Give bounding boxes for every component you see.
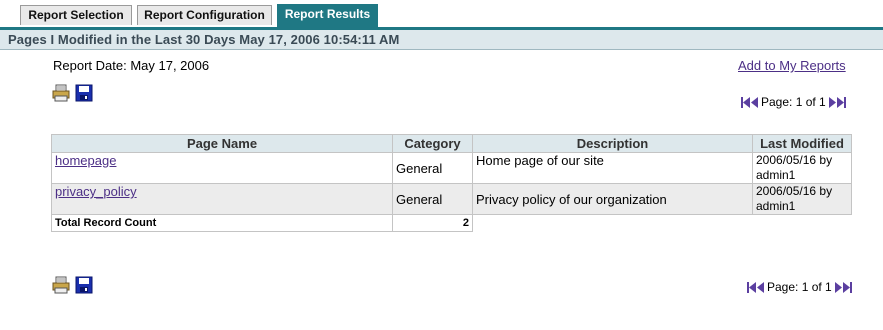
table-row: homepage General Home page of our site 2… [51, 152, 852, 184]
table-row: privacy_policy General Privacy policy of… [51, 183, 852, 215]
tab-bar: Report Selection Report Configuration Re… [0, 0, 883, 27]
page-link-privacy-policy[interactable]: privacy_policy [55, 184, 137, 199]
first-page-icon[interactable] [741, 96, 750, 108]
pager-bottom: Page: 1 of 1 [747, 280, 852, 294]
modified-by: admin1 [756, 168, 796, 182]
empty-cell [752, 214, 852, 232]
report-header-band: Pages I Modified in the Last 30 Days May… [0, 27, 883, 50]
total-row: Total Record Count 2 [51, 214, 852, 232]
description-cell: Home page of our site [472, 152, 753, 184]
first-page-icon[interactable] [747, 281, 756, 293]
page-name-cell: homepage [51, 152, 393, 184]
modified-date: 2006/05/16 by [756, 153, 833, 167]
last-modified-cell: 2006/05/16 by admin1 [752, 152, 852, 184]
previous-page-icon[interactable] [756, 281, 765, 293]
column-header-page-name: Page Name [51, 134, 393, 153]
page-link-homepage[interactable]: homepage [55, 153, 116, 168]
previous-page-icon[interactable] [750, 96, 759, 108]
page-title: Pages I Modified in the Last 30 Days May… [8, 32, 400, 47]
pager-top: Page: 1 of 1 [741, 95, 846, 109]
empty-cell [472, 214, 753, 232]
description-cell: Privacy policy of our organization [472, 183, 753, 215]
print-icon[interactable] [52, 84, 70, 102]
next-page-icon[interactable] [834, 281, 843, 293]
results-table: Page Name Category Description Last Modi… [51, 134, 852, 232]
report-date: Report Date: May 17, 2006 [53, 58, 210, 73]
tab-report-results[interactable]: Report Results [277, 4, 378, 27]
total-label: Total Record Count [51, 214, 393, 232]
last-page-icon[interactable] [842, 281, 852, 293]
last-modified-cell: 2006/05/16 by admin1 [752, 183, 852, 215]
add-to-my-reports-link[interactable]: Add to My Reports [738, 58, 846, 73]
column-header-last-modified: Last Modified [752, 134, 852, 153]
category-cell: General [392, 152, 473, 184]
page-indicator: Page: 1 of 1 [767, 280, 832, 294]
page-name-cell: privacy_policy [51, 183, 393, 215]
table-header-row: Page Name Category Description Last Modi… [51, 134, 852, 153]
column-header-description: Description [472, 134, 753, 153]
page-indicator: Page: 1 of 1 [761, 95, 826, 109]
total-value: 2 [392, 214, 473, 232]
save-icon[interactable] [75, 276, 93, 294]
last-page-icon[interactable] [836, 96, 846, 108]
modified-by: admin1 [756, 199, 796, 213]
print-icon[interactable] [52, 276, 70, 294]
modified-date: 2006/05/16 by [756, 184, 833, 198]
save-icon[interactable] [75, 84, 93, 102]
column-header-category: Category [392, 134, 473, 153]
tab-report-configuration[interactable]: Report Configuration [137, 5, 272, 25]
category-cell: General [392, 183, 473, 215]
tab-report-selection[interactable]: Report Selection [20, 5, 132, 25]
next-page-icon[interactable] [828, 96, 837, 108]
